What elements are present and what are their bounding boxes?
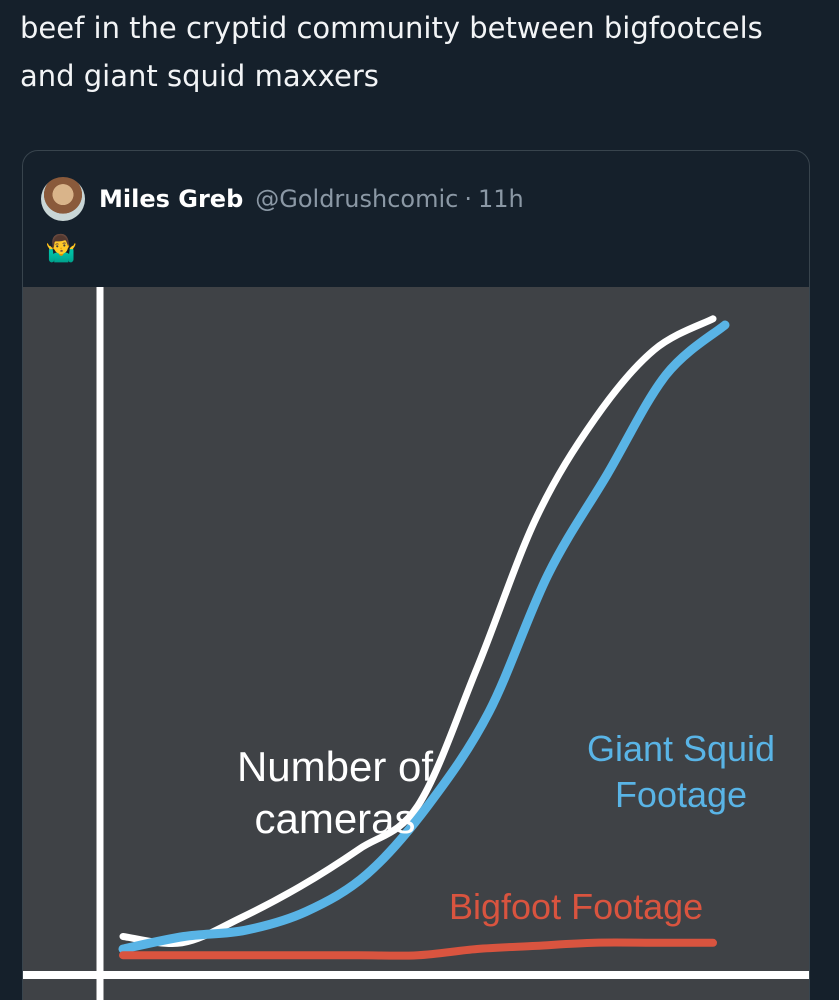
chart-image[interactable]: Number of cameras Giant Squid Footage Bi… [23,287,809,1000]
quoted-tweet-card[interactable]: Miles Greb @Goldrushcomic · 11h 🤷‍♂️ Num… [22,150,810,1000]
post-text: beef in the cryptid community between bi… [20,11,763,93]
author-avatar[interactable] [41,177,85,221]
author-name[interactable]: Miles Greb [99,185,243,213]
series-line-1 [119,315,717,947]
post-time[interactable]: 11h [478,185,524,213]
hand-drawn-line-chart: Number of cameras Giant Squid Footage Bi… [23,287,809,1000]
author-handle[interactable]: @Goldrushcomic [255,185,458,213]
series-line-2 [118,320,730,954]
shrug-emoji: 🤷‍♂️ [45,233,78,263]
quoted-tweet-header: Miles Greb @Goldrushcomic · 11h [41,177,524,221]
series-line-3 [119,938,717,960]
cameras-label-line1: Number of [237,743,433,790]
giant-squid-label-line2: Footage [615,774,747,815]
giant-squid-label-line1: Giant Squid [587,728,775,769]
cameras-label-line2: cameras [254,795,415,842]
bigfoot-footage-label: Bigfoot Footage [449,886,703,927]
separator-dot: · [464,185,472,213]
